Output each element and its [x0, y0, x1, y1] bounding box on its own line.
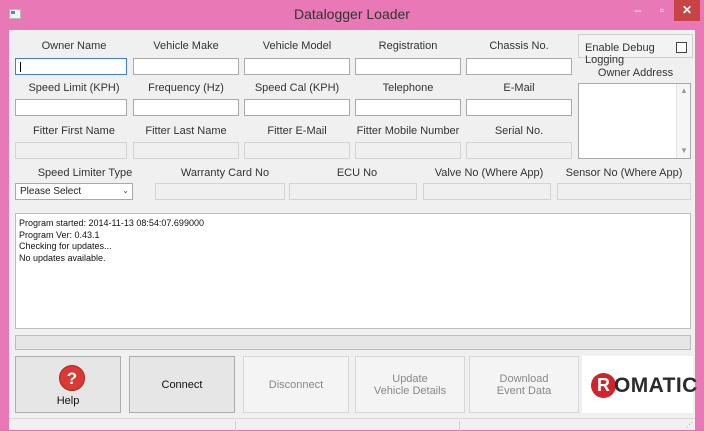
sensor-no-input [557, 183, 691, 200]
frequency-input[interactable] [133, 99, 239, 116]
owner-name-input[interactable] [15, 58, 127, 75]
vehicle-model-input[interactable] [244, 58, 350, 75]
warranty-card-label: Warranty Card No [180, 167, 270, 179]
log-line: Program Ver: 0.43.1 [19, 229, 100, 240]
vehicle-make-input[interactable] [133, 58, 239, 75]
telephone-input[interactable] [355, 99, 461, 116]
main-panel: Owner Name Vehicle Make Vehicle Model Re… [9, 30, 697, 431]
vehicle-model-label: Vehicle Model [262, 40, 332, 52]
telephone-label: Telephone [382, 82, 434, 94]
vehicle-make-label: Vehicle Make [153, 40, 219, 52]
text-caret [20, 62, 21, 72]
speed-limit-label: Speed Limit (KPH) [28, 82, 120, 94]
email-label: E-Mail [503, 82, 535, 94]
disconnect-button[interactable]: Disconnect [243, 356, 349, 413]
serial-no-label: Serial No. [494, 125, 544, 137]
maximize-button[interactable]: ▫ [650, 0, 674, 21]
chevron-down-icon[interactable]: ⌄ [122, 186, 129, 195]
chassis-no-label: Chassis No. [489, 40, 549, 52]
debug-logging-checkbox[interactable] [676, 42, 687, 53]
resize-grip-icon[interactable]: ⋰ [686, 421, 693, 429]
speed-cal-input[interactable] [244, 99, 350, 116]
help-icon: ? [59, 365, 85, 391]
speed-limiter-type-value: Please Select [20, 186, 82, 197]
logo-text: OMATIC [614, 374, 698, 397]
close-button[interactable]: ✕ [674, 0, 700, 21]
download-event-data-label: Download Event Data [496, 372, 552, 397]
email-input[interactable] [466, 99, 572, 116]
speed-limiter-type-select[interactable]: Please Select ⌄ [15, 183, 133, 200]
address-scrollbar[interactable]: ▲ ▼ [676, 84, 690, 158]
progress-bar [15, 335, 691, 350]
fitter-first-name-label: Fitter First Name [33, 125, 115, 137]
connect-label: Connect [161, 378, 203, 391]
warranty-card-input [155, 183, 285, 200]
valve-no-label: Valve No (Where App) [434, 167, 544, 179]
update-vehicle-details-label: Update Vehicle Details [373, 372, 447, 397]
registration-label: Registration [378, 40, 438, 52]
fitter-last-name-input [133, 142, 239, 159]
download-event-data-button[interactable]: Download Event Data [469, 356, 579, 413]
help-button[interactable]: ? Help [15, 356, 121, 413]
serial-no-input [466, 142, 572, 159]
connect-button[interactable]: Connect [129, 356, 235, 413]
speed-limit-input[interactable] [15, 99, 127, 116]
fitter-email-input [244, 142, 350, 159]
log-line: No updates available. [19, 252, 106, 263]
window-title: Datalogger Loader [294, 6, 410, 22]
owner-address-label: Owner Address [597, 67, 674, 79]
app-window: Datalogger Loader – ▫ ✕ Owner Name Vehic… [0, 0, 704, 431]
debug-logging-toggle[interactable]: Enable Debug Logging [578, 34, 693, 66]
ecu-no-label: ECU No [336, 167, 378, 179]
scroll-down-icon[interactable]: ▼ [677, 144, 691, 158]
fitter-first-name-input [15, 142, 127, 159]
speed-limiter-type-label: Speed Limiter Type [37, 167, 133, 179]
speed-cal-label: Speed Cal (KPH) [254, 82, 340, 94]
minimize-button[interactable]: – [626, 0, 650, 21]
logo-mark: R [591, 373, 616, 398]
frequency-label: Frequency (Hz) [148, 82, 224, 94]
log-line: Checking for updates... [19, 241, 112, 251]
update-vehicle-details-button[interactable]: Update Vehicle Details [355, 356, 465, 413]
title-bar[interactable]: Datalogger Loader – ▫ ✕ [0, 0, 704, 30]
owner-name-label: Owner Name [41, 40, 107, 52]
fitter-mobile-label: Fitter Mobile Number [356, 125, 460, 137]
log-line: Program started: 2014-11-13 08:54:07.699… [19, 218, 204, 228]
help-label: Help [56, 395, 80, 407]
registration-input[interactable] [355, 58, 461, 75]
valve-no-input [423, 183, 551, 200]
sensor-no-label: Sensor No (Where App) [565, 167, 683, 179]
owner-address-input[interactable]: ▲ ▼ [578, 83, 691, 159]
fitter-mobile-input [355, 142, 461, 159]
fitter-email-label: Fitter E-Mail [267, 125, 327, 137]
ecu-no-input [289, 183, 417, 200]
fitter-last-name-label: Fitter Last Name [145, 125, 227, 137]
disconnect-label: Disconnect [268, 378, 324, 391]
log-output[interactable]: Program started: 2014-11-13 08:54:07.699… [15, 213, 691, 329]
status-bar: ⋰ [9, 418, 695, 431]
romatic-logo: R OMATIC [582, 356, 697, 413]
scroll-up-icon[interactable]: ▲ [677, 84, 691, 98]
chassis-no-input[interactable] [466, 58, 572, 75]
